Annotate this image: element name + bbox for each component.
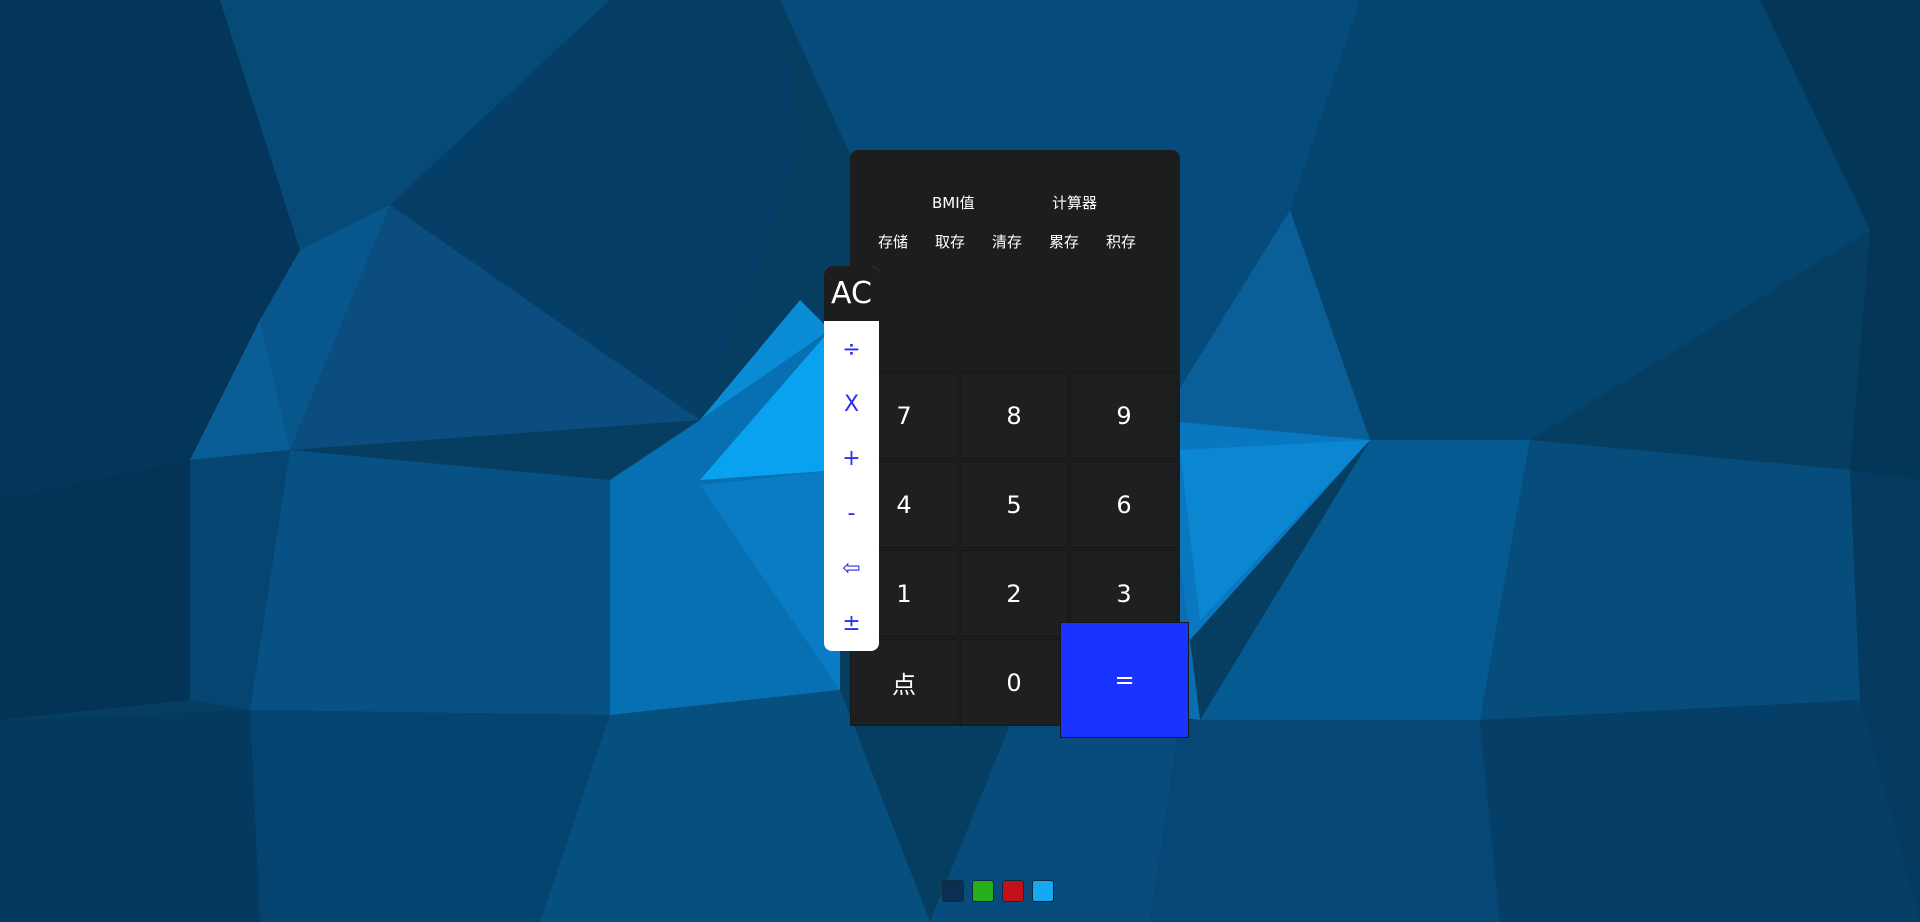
tab-bmi[interactable]: BMI值 bbox=[932, 192, 975, 213]
key-decimal-point[interactable]: 点 bbox=[850, 639, 958, 726]
memory-store-button[interactable]: 存储 bbox=[868, 231, 918, 252]
minus-button[interactable]: - bbox=[824, 493, 879, 533]
memory-multiply-button[interactable]: 积存 bbox=[1096, 231, 1146, 252]
memory-clear-button[interactable]: 清存 bbox=[982, 231, 1032, 252]
plus-button[interactable]: + bbox=[824, 438, 879, 478]
result-display bbox=[850, 268, 1180, 368]
key-6[interactable]: 6 bbox=[1070, 461, 1178, 548]
memory-buttons: 存储 取存 清存 累存 积存 bbox=[868, 231, 1168, 251]
negate-button[interactable]: ± bbox=[824, 603, 879, 643]
equals-button[interactable]: = bbox=[1060, 622, 1189, 738]
tab-calculator[interactable]: 计算器 bbox=[1052, 192, 1097, 213]
key-2[interactable]: 2 bbox=[960, 550, 1068, 637]
key-0[interactable]: 0 bbox=[960, 639, 1068, 726]
memory-recall-button[interactable]: 取存 bbox=[925, 231, 975, 252]
key-8[interactable]: 8 bbox=[960, 372, 1068, 459]
key-5[interactable]: 5 bbox=[960, 461, 1068, 548]
backspace-button[interactable]: ⇦ bbox=[824, 548, 879, 588]
divide-button[interactable]: ÷ bbox=[824, 329, 879, 369]
swatch-dark-navy[interactable] bbox=[942, 880, 964, 902]
operator-panel: AC ÷ X + - ⇦ ± bbox=[824, 266, 879, 651]
all-clear-button[interactable]: AC bbox=[824, 266, 879, 321]
swatch-green[interactable] bbox=[972, 880, 994, 902]
swatch-red[interactable] bbox=[1002, 880, 1024, 902]
keypad: 7 8 9 4 5 6 1 2 3 点 0 = bbox=[850, 372, 1189, 738]
mode-tabs: BMI值 计算器 bbox=[850, 192, 1180, 212]
swatch-light-blue[interactable] bbox=[1032, 880, 1054, 902]
key-9[interactable]: 9 bbox=[1070, 372, 1178, 459]
calculator-panel: BMI值 计算器 存储 取存 清存 累存 积存 7 8 9 4 5 6 1 2 … bbox=[850, 150, 1189, 738]
multiply-button[interactable]: X bbox=[824, 384, 879, 424]
memory-add-button[interactable]: 累存 bbox=[1039, 231, 1089, 252]
